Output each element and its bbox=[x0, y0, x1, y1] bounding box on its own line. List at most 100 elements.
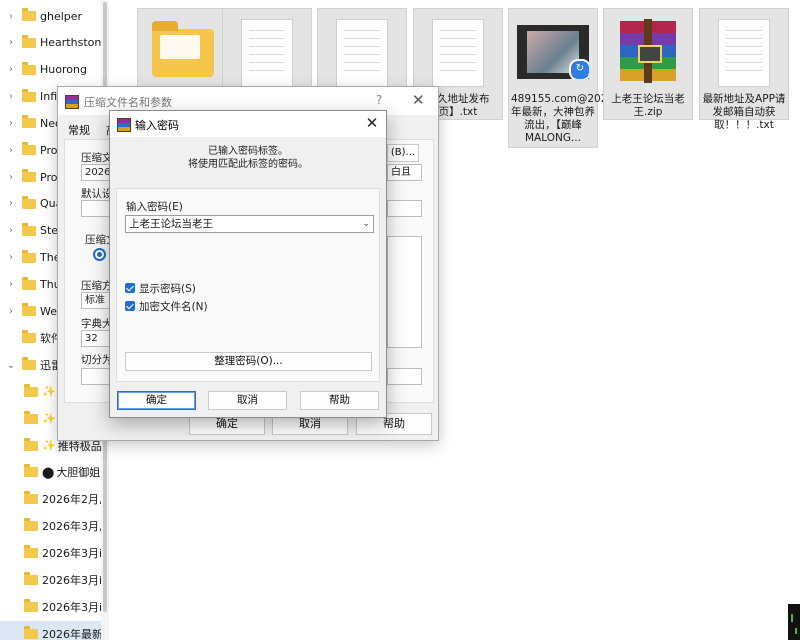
folder-icon bbox=[24, 545, 38, 558]
chevron-right-icon[interactable]: › bbox=[4, 11, 18, 22]
update-mode-select[interactable]: 白且 bbox=[387, 164, 422, 181]
tab-general[interactable]: 常规 bbox=[68, 122, 90, 138]
folder-icon bbox=[22, 222, 36, 236]
sparkle-icon: ✨ bbox=[42, 439, 56, 453]
text-file-icon bbox=[237, 17, 297, 89]
encrypt-filenames-label: 加密文件名(N) bbox=[139, 300, 208, 313]
folder-icon bbox=[22, 357, 36, 371]
file-caption: 489155.com@2026年最新，大神包养流出，【巅峰MALONG... bbox=[511, 93, 615, 144]
nav-folder-item[interactable]: ⬤ 大胆御姐 bbox=[0, 459, 101, 485]
show-password-checkbox[interactable]: 显示密码(S) bbox=[125, 281, 196, 295]
nav-folder-label: 大胆御姐 bbox=[56, 466, 101, 480]
chevron-right-icon[interactable]: › bbox=[4, 118, 18, 129]
help-button[interactable]: 帮助 bbox=[300, 391, 379, 410]
chevron-right-icon[interactable]: › bbox=[4, 252, 18, 263]
chevron-right-icon[interactable]: › bbox=[4, 225, 18, 236]
folder-icon bbox=[22, 195, 36, 209]
folder-icon bbox=[24, 491, 38, 505]
folder-icon bbox=[24, 598, 38, 612]
folder-icon bbox=[24, 410, 38, 424]
nav-folder-item[interactable]: 2026年3月i bbox=[0, 540, 101, 566]
folder-icon bbox=[22, 115, 36, 129]
chevron-down-icon[interactable]: ⌄ bbox=[362, 216, 370, 232]
file-tile[interactable]: 最新地址及APP请发邮箱自动获取！！！.txt bbox=[699, 8, 789, 131]
video-file-icon: ↻ bbox=[517, 17, 589, 89]
chevron-right-icon[interactable]: › bbox=[4, 64, 18, 75]
password-value[interactable]: 上老王论坛当老王 bbox=[129, 216, 213, 232]
nav-folder-label: Hearthstone bbox=[40, 36, 101, 50]
folder-icon bbox=[22, 249, 36, 263]
file-tile[interactable]: ↻ 489155.com@2026年最新，大神包养流出，【巅峰MALONG... bbox=[508, 8, 615, 148]
folder-icon bbox=[24, 437, 38, 451]
encrypt-filenames-checkbox[interactable]: 加密文件名(N) bbox=[125, 299, 208, 313]
nav-folder-label: 2026年最新 bbox=[42, 627, 101, 640]
file-tile[interactable]: 上老王论坛当老王.zip bbox=[603, 8, 693, 120]
checkbox-checked-icon[interactable] bbox=[125, 283, 135, 293]
enter-password-dialog: 输入密码 ✕ 已输入密码标签。 将使用匹配此标签的密码。 输入密码(E) 上老王… bbox=[109, 110, 387, 418]
nav-folder-item[interactable]: › Hearthstone bbox=[0, 30, 101, 56]
nav-folder-item[interactable]: › Huorong bbox=[0, 57, 101, 83]
nav-folder-label: 2026年2月, bbox=[42, 493, 101, 507]
chevron-right-icon[interactable]: › bbox=[4, 306, 18, 317]
chevron-right-icon[interactable]: › bbox=[4, 145, 18, 156]
nav-folder-item[interactable]: 2026年3月i bbox=[0, 567, 101, 593]
chevron-right-icon[interactable]: › bbox=[4, 91, 18, 102]
folder-icon bbox=[22, 8, 36, 21]
folder-icon bbox=[22, 169, 36, 183]
dialog-title: 输入密码 bbox=[135, 119, 179, 132]
nav-folder-label: Huorong bbox=[40, 63, 87, 77]
dialog-titlebar[interactable]: 输入密码 ✕ bbox=[110, 111, 386, 137]
nav-folder-item[interactable]: › ghelper bbox=[0, 3, 101, 29]
text-file-icon bbox=[332, 17, 392, 89]
nav-folder-item[interactable]: 2026年3月, bbox=[0, 513, 101, 539]
text-file-icon bbox=[428, 17, 488, 89]
close-icon[interactable]: ✕ bbox=[362, 113, 382, 133]
format-radio[interactable] bbox=[93, 248, 106, 261]
checkbox-checked-icon[interactable] bbox=[125, 301, 135, 311]
organize-passwords-button[interactable]: 整理密码(O)... bbox=[125, 352, 372, 371]
split-unit-select[interactable] bbox=[387, 368, 422, 385]
sync-badge-icon: ↻ bbox=[569, 59, 589, 79]
sparkle-icon: ✨ bbox=[42, 385, 56, 399]
nav-folder-label: 2026年3月i bbox=[42, 600, 101, 614]
nav-folder-label: 2026年3月i bbox=[42, 573, 101, 587]
browse-button[interactable]: (B)... bbox=[387, 144, 419, 162]
options-list[interactable] bbox=[387, 236, 422, 348]
folder-icon bbox=[22, 142, 36, 156]
folder-icon bbox=[24, 464, 38, 478]
nav-folder-item[interactable]: 2026年3月i bbox=[0, 594, 101, 620]
chevron-right-icon[interactable]: › bbox=[4, 279, 18, 290]
close-icon[interactable]: ✕ bbox=[412, 91, 425, 109]
info-line: 将使用匹配此标签的密码。 bbox=[188, 159, 308, 170]
folder-icon bbox=[22, 88, 36, 102]
ok-button[interactable]: 确定 bbox=[117, 391, 196, 410]
nav-folder-label: 2026年3月, bbox=[42, 520, 101, 534]
password-label-info: 已输入密码标签。 将使用匹配此标签的密码。 bbox=[110, 145, 386, 171]
chevron-down-icon[interactable]: ⌄ bbox=[4, 360, 18, 371]
dialog-title: 压缩文件名和参数 bbox=[84, 96, 172, 109]
corner-graphic bbox=[788, 604, 800, 640]
help-icon[interactable]: ? bbox=[376, 93, 382, 107]
folder-icon bbox=[152, 17, 214, 89]
nav-folder-label: 2026年3月i bbox=[42, 547, 101, 560]
show-password-label: 显示密码(S) bbox=[139, 282, 196, 295]
folder-icon bbox=[22, 303, 36, 317]
folder-icon bbox=[24, 571, 38, 585]
cancel-button[interactable]: 取消 bbox=[208, 391, 287, 410]
format-select[interactable] bbox=[387, 200, 422, 217]
chevron-right-icon[interactable]: › bbox=[4, 172, 18, 183]
password-combobox[interactable]: 上老王论坛当老王 ⌄ bbox=[125, 215, 374, 233]
folder-icon bbox=[24, 625, 38, 639]
password-label: 输入密码(E) bbox=[126, 201, 183, 213]
folder-icon bbox=[22, 330, 36, 344]
chevron-right-icon[interactable]: › bbox=[4, 37, 18, 48]
folder-icon bbox=[22, 34, 36, 48]
nav-folder-item[interactable]: 2026年2月, bbox=[0, 486, 101, 512]
chevron-right-icon[interactable]: › bbox=[4, 198, 18, 209]
nav-folder-label: ghelper bbox=[40, 9, 83, 23]
winrar-app-icon bbox=[65, 95, 79, 109]
dot-icon: ⬤ bbox=[42, 465, 55, 479]
nav-folder-item[interactable]: 2026年最新 bbox=[0, 620, 101, 640]
folder-icon bbox=[24, 518, 38, 532]
winrar-app-icon bbox=[117, 118, 131, 132]
